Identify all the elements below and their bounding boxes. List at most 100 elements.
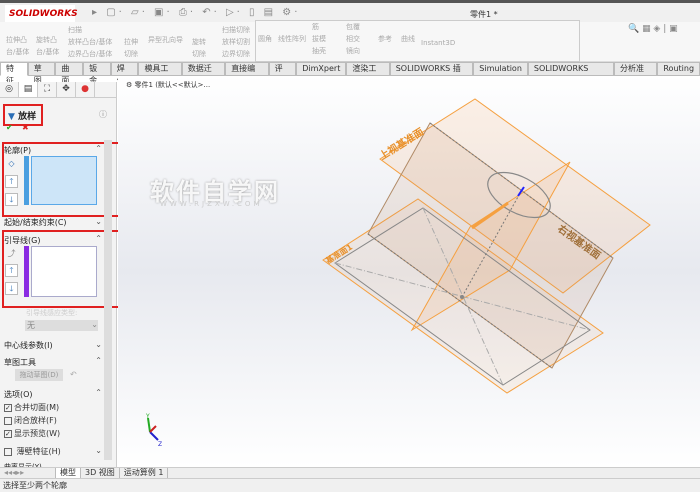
status-bar: 选择至少两个轮廓 [0, 478, 700, 492]
close-loft-checkbox[interactable]: 闭合放样(F) [4, 415, 57, 426]
sweep-button[interactable]: 扫描 [68, 24, 82, 36]
tab-motion-study[interactable]: 运动算例 1 [120, 468, 169, 478]
display-manager-tab-icon[interactable]: ● [76, 82, 95, 97]
collapse-chevron-icon[interactable]: ⌃ [95, 234, 102, 243]
title-bar: SOLIDWORKS ▸ ▢· ▱· ▣· ⎙· ↶· ▷· ▯ ▤ ⚙· 零件… [0, 0, 700, 23]
start-end-constraints-header[interactable]: 起始/结束约束(C) [4, 217, 67, 228]
guide-move-down-button[interactable]: 🡓 [5, 282, 18, 295]
property-manager-tab-icon[interactable]: ▤ [19, 82, 38, 97]
tab-8[interactable]: 评估 [268, 62, 297, 85]
loft-icon: ▼ [8, 112, 15, 122]
view-toolbar[interactable]: 🔍 ▦ ◈ | ▣ [628, 24, 678, 34]
profiles-list[interactable] [31, 156, 97, 205]
guide-type-label: 引导线感应类型: [26, 309, 78, 317]
merge-tangent-checkbox[interactable]: ✓ 合并切面(M) [4, 402, 59, 413]
expand-chevron-icon[interactable]: ⌄ [95, 340, 102, 349]
feature-tree-tab-icon[interactable]: ◎ [0, 82, 19, 97]
collapse-chevron-icon[interactable]: ⌃ [95, 356, 102, 365]
thin-feature-checkbox[interactable]: 薄壁特征(H) [4, 446, 61, 457]
panel-scrollbar[interactable] [104, 140, 112, 460]
help-icon[interactable]: ⓘ [99, 109, 107, 120]
tab-13[interactable]: SOLIDWORKS MBD [527, 62, 614, 85]
tab-2[interactable]: 曲面 [55, 62, 84, 85]
graphics-viewport[interactable]: ⚙ 零件1 (默认<<默认>... 上视基准面 右视基准面 基准面1 YZ [118, 76, 700, 467]
hole-wizard-button[interactable]: 异型孔向导 [148, 34, 183, 46]
svg-text:Y: Y [145, 413, 150, 420]
swept-cut-button[interactable]: 扫描切除 [222, 24, 250, 36]
expand-chevron-icon[interactable]: ⌄ [95, 217, 102, 226]
collapse-chevron-icon[interactable]: ⌃ [95, 144, 102, 153]
tab-model[interactable]: 模型 [56, 468, 81, 478]
origin-point [460, 295, 464, 299]
property-manager: ◎ ▤ ⛶ ✥ ● ▼ 放样 ⓘ ✔ ✖ 轮廓(P) ⌃ ◇ 🡑 🡓 起始/结束… [0, 82, 128, 467]
shell-button[interactable]: 抽壳 [312, 45, 326, 57]
config-manager-tab-icon[interactable]: ⛶ [38, 82, 57, 97]
watermark-sub: WWW.RJZXW.COM [160, 200, 263, 208]
curves-button[interactable]: 曲线 [401, 33, 415, 45]
boundary-boss-button[interactable]: 边界凸台/基体 [68, 48, 112, 60]
boundary-cut-button[interactable]: 边界切除 [222, 48, 250, 60]
collapse-chevron-icon[interactable]: ⌃ [95, 388, 102, 397]
tab-3[interactable]: 钣金 [83, 62, 111, 85]
show-preview-checkbox[interactable]: ✓ 显示预览(W) [4, 428, 60, 439]
triad-icon: YZ [145, 413, 162, 448]
tab-14[interactable]: 分析准备 [613, 62, 658, 85]
fillet-button[interactable]: 圆角 [258, 33, 272, 45]
tab-12[interactable]: Simulation [473, 62, 528, 76]
extrude-boss-button[interactable]: 拉伸凸台/基体 [6, 34, 34, 58]
lofted-cut-button[interactable]: 放样切割 [222, 36, 250, 48]
draft-button[interactable]: 拔模 [312, 33, 326, 45]
revolve-cut-button[interactable]: 旋转切除 [192, 36, 212, 60]
extrude-cut-button[interactable]: 拉伸切除 [124, 36, 144, 60]
cancel-x-icon[interactable]: ✖ [22, 123, 29, 132]
guide-move-up-button[interactable]: 🡑 [5, 264, 18, 277]
guide-type-select[interactable]: 无 ⌄ [25, 320, 98, 331]
move-up-button[interactable]: 🡑 [5, 175, 18, 188]
linear-pattern-button[interactable]: 线性阵列 [278, 33, 306, 45]
tab-9[interactable]: DimXpert [296, 62, 347, 76]
profile-toggle-icon[interactable]: ◇ [5, 158, 18, 171]
tab-1[interactable]: 草图 [27, 62, 56, 85]
tab-0[interactable]: 特征 [0, 62, 28, 85]
loft-button[interactable]: 放样凸台/基体 [68, 36, 112, 48]
drag-sketch-button[interactable]: 拖动草图(D) [15, 369, 63, 381]
tab-3d-view[interactable]: 3D 视图 [81, 468, 120, 478]
expand-chevron-icon[interactable]: ⌄ [95, 446, 102, 455]
tab-11[interactable]: SOLIDWORKS 插件 [389, 62, 474, 85]
tab-5[interactable]: 模具工具 [138, 62, 182, 85]
revolve-boss-button[interactable]: 旋转凸台/基体 [36, 34, 64, 58]
model-canvas[interactable]: 上视基准面 右视基准面 基准面1 YZ [118, 76, 700, 467]
guide-toggle-icon[interactable]: ⤴ [5, 248, 18, 261]
solidworks-logo: SOLIDWORKS [5, 5, 78, 23]
instant3d-button[interactable]: Instant3D [421, 37, 455, 49]
wrap-button[interactable]: 包覆 [346, 21, 360, 33]
profiles-header[interactable]: 轮廓(P) [4, 145, 31, 156]
svg-text:Z: Z [158, 441, 162, 448]
guides-list[interactable] [31, 246, 97, 297]
guide-color-bar [24, 246, 29, 297]
profile-color-bar [24, 156, 29, 205]
quick-access-toolbar[interactable]: ▸ ▢· ▱· ▣· ⎙· ↶· ▷· ▯ ▤ ⚙· [92, 7, 300, 18]
undo-sketch-icon[interactable]: ↶ [70, 370, 77, 379]
ribbon-flyout: 圆角 线性阵列 筋 拔模 抽壳 包覆 相交 镜向 参考 曲线 Instant3D [255, 20, 580, 62]
mirror-button[interactable]: 镜向 [346, 45, 360, 57]
dimxpert-tab-icon[interactable]: ✥ [57, 82, 76, 97]
command-tabs: 特征草图曲面钣金焊件模具工具数据迁移直接编辑评估DimXpert渲染工具SOLI… [0, 62, 700, 85]
reference-geometry-button[interactable]: 参考 [378, 33, 392, 45]
tab-6[interactable]: 数据迁移 [181, 62, 226, 85]
guides-header[interactable]: 引导线(G) [4, 235, 40, 246]
tab-scroll-arrows[interactable]: ◂◂◂▸▸ [0, 468, 56, 478]
move-down-button[interactable]: 🡓 [5, 193, 18, 206]
tab-4[interactable]: 焊件 [110, 62, 139, 85]
tab-7[interactable]: 直接编辑 [225, 62, 269, 85]
ok-check-icon[interactable]: ✔ [6, 123, 13, 132]
options-header[interactable]: 选项(O) [4, 389, 33, 400]
tab-10[interactable]: 渲染工具 [346, 62, 390, 85]
bottom-tabs: ◂◂◂▸▸ 模型 3D 视图 运动算例 1 [0, 467, 700, 478]
intersect-button[interactable]: 相交 [346, 33, 360, 45]
centerline-header[interactable]: 中心线参数(I) [4, 340, 53, 351]
rib-button[interactable]: 筋 [312, 21, 319, 33]
sketch-tools-header[interactable]: 草图工具 [4, 357, 36, 368]
tab-15[interactable]: Routing [657, 62, 700, 76]
panel-title: 放样 [18, 112, 37, 122]
